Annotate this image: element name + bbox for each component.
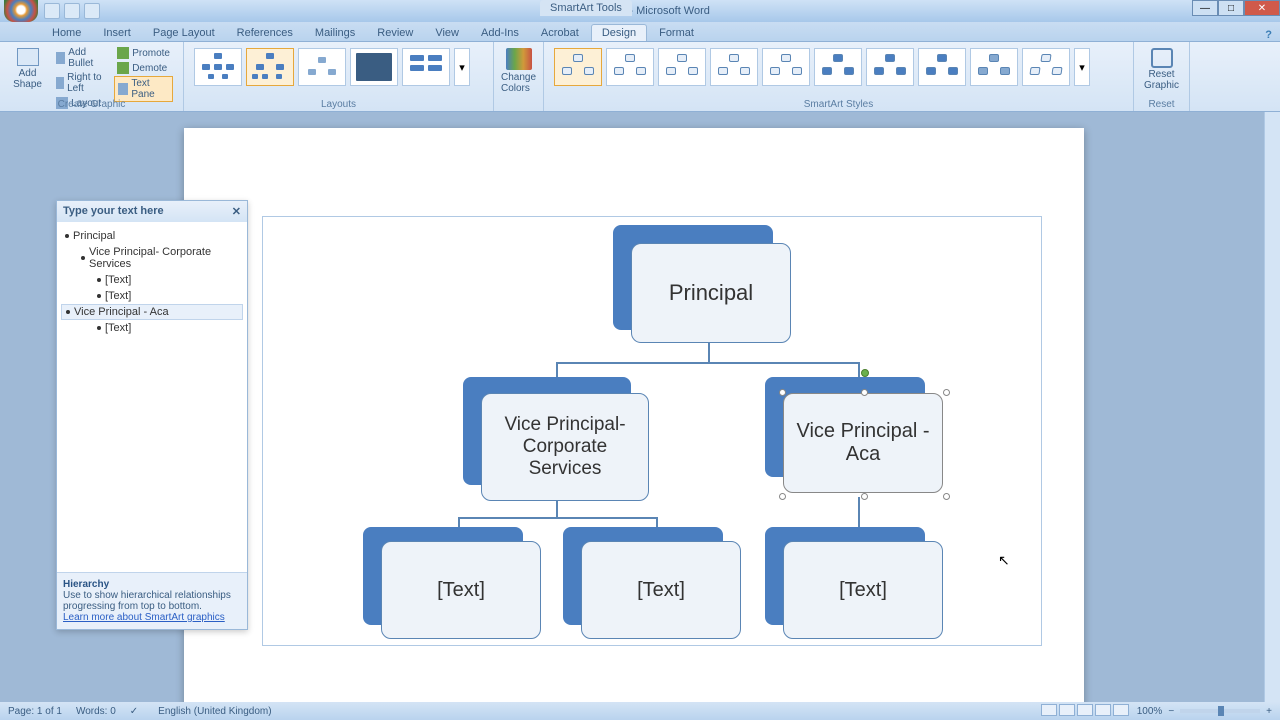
list-item[interactable]: Principal — [65, 228, 239, 244]
list-item[interactable]: [Text] — [65, 320, 239, 336]
document-page[interactable]: Principal Vice Principal- Corporate Serv… — [184, 128, 1084, 702]
reset-graphic-button[interactable]: Reset Graphic — [1140, 44, 1183, 95]
rotate-handle[interactable] — [861, 369, 869, 377]
org-node-text-3[interactable]: [Text] — [765, 527, 945, 642]
layout-thumb-1[interactable] — [194, 48, 242, 86]
status-words[interactable]: Words: 0 — [76, 706, 116, 717]
styles-more-button[interactable]: ▾ — [1074, 48, 1090, 86]
close-button[interactable]: ✕ — [1244, 0, 1280, 16]
text-pane-list[interactable]: Principal Vice Principal- Corporate Serv… — [57, 222, 247, 342]
save-icon[interactable] — [44, 3, 60, 19]
zoom-in-button[interactable]: + — [1266, 706, 1272, 717]
add-shape-icon — [17, 48, 39, 66]
style-thumb-6[interactable] — [814, 48, 862, 86]
group-label-reset: Reset — [1134, 99, 1189, 110]
list-item[interactable]: [Text] — [65, 272, 239, 288]
tab-acrobat[interactable]: Acrobat — [531, 25, 589, 41]
tab-review[interactable]: Review — [367, 25, 423, 41]
add-shape-button[interactable]: Add Shape — [6, 44, 49, 98]
style-thumb-10[interactable] — [1022, 48, 1070, 86]
tab-mailings[interactable]: Mailings — [305, 25, 365, 41]
layout-thumb-2[interactable] — [246, 48, 294, 86]
tab-references[interactable]: References — [227, 25, 303, 41]
document-workspace: Principal Vice Principal- Corporate Serv… — [0, 112, 1280, 702]
layout-thumb-3[interactable] — [298, 48, 346, 86]
promote-icon — [117, 47, 129, 59]
list-item[interactable]: [Text] — [65, 288, 239, 304]
style-thumb-5[interactable] — [762, 48, 810, 86]
tab-view[interactable]: View — [425, 25, 469, 41]
group-label-create-graphic: Create Graphic — [0, 99, 183, 110]
layout-thumb-4[interactable] — [350, 48, 398, 86]
style-thumb-2[interactable] — [606, 48, 654, 86]
status-page[interactable]: Page: 1 of 1 — [8, 706, 62, 717]
tab-home[interactable]: Home — [42, 25, 91, 41]
org-node-text-1[interactable]: [Text] — [363, 527, 543, 642]
style-thumb-7[interactable] — [866, 48, 914, 86]
promote-button[interactable]: Promote — [114, 46, 173, 60]
tab-page-layout[interactable]: Page Layout — [143, 25, 225, 41]
group-label-layouts: Layouts — [184, 99, 493, 110]
zoom-level[interactable]: 100% — [1137, 706, 1163, 717]
style-thumb-3[interactable] — [658, 48, 706, 86]
tab-design[interactable]: Design — [591, 24, 647, 41]
ribbon: Add Shape Add Bullet Right to Left Layou… — [0, 42, 1280, 112]
resize-handle-ne[interactable] — [943, 389, 950, 396]
style-thumb-1[interactable] — [554, 48, 602, 86]
right-to-left-button[interactable]: Right to Left — [53, 71, 106, 95]
quick-access-toolbar — [44, 3, 100, 19]
maximize-button[interactable]: □ — [1218, 0, 1244, 16]
tab-format[interactable]: Format — [649, 25, 704, 41]
add-bullet-button[interactable]: Add Bullet — [53, 46, 106, 70]
style-thumb-8[interactable] — [918, 48, 966, 86]
org-node-vp-aca[interactable]: Vice Principal - Aca — [765, 377, 955, 502]
status-bar: Page: 1 of 1 Words: 0 ✓ English (United … — [0, 702, 1280, 720]
resize-handle-se[interactable] — [943, 493, 950, 500]
reset-icon — [1151, 48, 1173, 68]
minimize-button[interactable]: — — [1192, 0, 1218, 16]
list-item[interactable]: Vice Principal - Aca — [61, 304, 243, 320]
style-thumb-4[interactable] — [710, 48, 758, 86]
org-node-text-2[interactable]: [Text] — [563, 527, 743, 642]
colors-icon — [506, 48, 532, 70]
tab-addins[interactable]: Add-Ins — [471, 25, 529, 41]
smartart-text-pane: Type your text here ✕ Principal Vice Pri… — [56, 200, 248, 630]
contextual-tab-label: SmartArt Tools — [540, 0, 632, 16]
smartart-canvas[interactable]: Principal Vice Principal- Corporate Serv… — [262, 216, 1042, 646]
resize-handle-s[interactable] — [861, 493, 868, 500]
tab-insert[interactable]: Insert — [93, 25, 141, 41]
office-button[interactable] — [4, 0, 38, 22]
text-pane-footer: Hierarchy Use to show hierarchical relat… — [57, 572, 247, 629]
change-colors-button[interactable]: Change Colors — [500, 44, 537, 98]
status-language[interactable]: English (United Kingdom) — [158, 706, 271, 717]
text-pane-icon — [118, 83, 128, 95]
org-node-vp-corporate[interactable]: Vice Principal- Corporate Services — [463, 377, 653, 502]
undo-icon[interactable] — [64, 3, 80, 19]
help-icon[interactable]: ? — [1265, 29, 1272, 41]
resize-handle-n[interactable] — [861, 389, 868, 396]
proofing-icon[interactable]: ✓ — [130, 706, 138, 717]
view-buttons[interactable] — [1041, 704, 1131, 719]
resize-handle-nw[interactable] — [779, 389, 786, 396]
demote-button[interactable]: Demote — [114, 61, 173, 75]
ribbon-tabs: Home Insert Page Layout References Maili… — [0, 22, 1280, 42]
text-pane-title: Type your text here — [63, 205, 164, 218]
redo-icon[interactable] — [84, 3, 100, 19]
bullet-icon — [56, 52, 65, 64]
style-thumb-9[interactable] — [970, 48, 1018, 86]
org-node-principal[interactable]: Principal — [613, 225, 793, 345]
rtl-icon — [56, 77, 64, 89]
learn-more-link[interactable]: Learn more about SmartArt graphics — [63, 612, 225, 623]
layouts-more-button[interactable]: ▾ — [454, 48, 470, 86]
title-bar: Document5 - Microsoft Word SmartArt Tool… — [0, 0, 1280, 22]
list-item[interactable]: Vice Principal- Corporate Services — [65, 244, 239, 272]
group-label-styles: SmartArt Styles — [544, 99, 1133, 110]
layout-thumb-5[interactable] — [402, 48, 450, 86]
text-pane-close-icon[interactable]: ✕ — [232, 205, 241, 218]
zoom-slider[interactable] — [1180, 709, 1260, 713]
resize-handle-sw[interactable] — [779, 493, 786, 500]
zoom-out-button[interactable]: − — [1168, 706, 1174, 717]
demote-icon — [117, 62, 129, 74]
vertical-scrollbar[interactable] — [1264, 112, 1280, 702]
